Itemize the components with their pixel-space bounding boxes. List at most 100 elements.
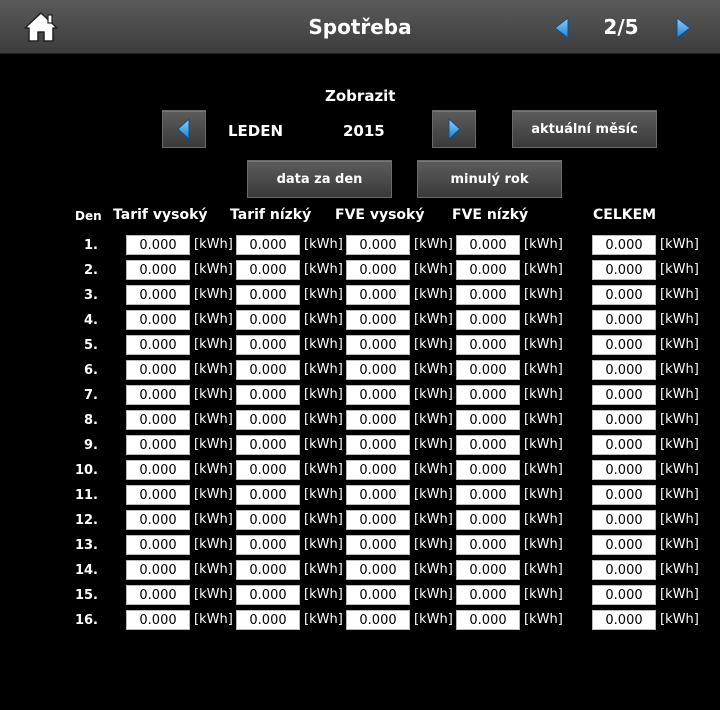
celkem-value-field[interactable]: 0.000 [592,360,656,380]
next-page-button[interactable] [674,16,692,40]
column-header-tarif-nizky: Tarif nízký [230,207,312,223]
fve-vysoky-value-field[interactable]: 0.000 [346,610,410,630]
celkem-value-field[interactable]: 0.000 [592,510,656,530]
fve-nizky-value-field[interactable]: 0.000 [456,510,520,530]
tarif-vysoky-value-field[interactable]: 0.000 [126,360,190,380]
celkem-value-field[interactable]: 0.000 [592,310,656,330]
unit-label: [kWh] [414,312,453,327]
tarif-nizky-value-field[interactable]: 0.000 [236,360,300,380]
tarif-vysoky-value-field[interactable]: 0.000 [126,585,190,605]
prev-page-button[interactable] [553,16,571,40]
fve-nizky-value-field[interactable]: 0.000 [456,235,520,255]
fve-vysoky-value-field[interactable]: 0.000 [346,385,410,405]
tarif-vysoky-value-field[interactable]: 0.000 [126,560,190,580]
unit-label: [kWh] [524,362,563,377]
tarif-nizky-value-field[interactable]: 0.000 [236,510,300,530]
tarif-vysoky-value-field[interactable]: 0.000 [126,535,190,555]
fve-vysoky-value-field[interactable]: 0.000 [346,285,410,305]
tarif-vysoky-value-field[interactable]: 0.000 [126,385,190,405]
next-month-button[interactable] [432,110,476,148]
tarif-vysoky-value-field[interactable]: 0.000 [126,485,190,505]
tarif-vysoky-value-field[interactable]: 0.000 [126,285,190,305]
fve-vysoky-value-field[interactable]: 0.000 [346,510,410,530]
fve-nizky-value-field[interactable]: 0.000 [456,335,520,355]
fve-nizky-value-field[interactable]: 0.000 [456,260,520,280]
tarif-nizky-value-field[interactable]: 0.000 [236,235,300,255]
celkem-value-field[interactable]: 0.000 [592,260,656,280]
celkem-value-field[interactable]: 0.000 [592,610,656,630]
tarif-vysoky-value-field[interactable]: 0.000 [126,335,190,355]
tarif-nizky-value-field[interactable]: 0.000 [236,485,300,505]
celkem-value-field[interactable]: 0.000 [592,485,656,505]
column-header-fve-nizky: FVE nízký [452,207,529,223]
celkem-value-field[interactable]: 0.000 [592,335,656,355]
celkem-value-field[interactable]: 0.000 [592,235,656,255]
celkem-value-field[interactable]: 0.000 [592,535,656,555]
fve-nizky-value-field[interactable]: 0.000 [456,535,520,555]
celkem-value-field[interactable]: 0.000 [592,560,656,580]
last-year-button[interactable]: minulý rok [417,160,562,198]
tarif-nizky-value-field[interactable]: 0.000 [236,460,300,480]
fve-nizky-value-field[interactable]: 0.000 [456,310,520,330]
home-button[interactable] [22,10,60,44]
tarif-vysoky-value-field[interactable]: 0.000 [126,235,190,255]
fve-nizky-value-field[interactable]: 0.000 [456,585,520,605]
fve-vysoky-value-field[interactable]: 0.000 [346,310,410,330]
fve-nizky-value-field[interactable]: 0.000 [456,435,520,455]
tarif-vysoky-value-field[interactable]: 0.000 [126,310,190,330]
tarif-nizky-value-field[interactable]: 0.000 [236,260,300,280]
fve-vysoky-value-field[interactable]: 0.000 [346,560,410,580]
tarif-vysoky-value-field[interactable]: 0.000 [126,410,190,430]
tarif-vysoky-value-field[interactable]: 0.000 [126,510,190,530]
unit-label: [kWh] [304,262,343,277]
celkem-value-field[interactable]: 0.000 [592,410,656,430]
unit-label: [kWh] [660,362,699,377]
day-data-button[interactable]: data za den [247,160,392,198]
fve-nizky-value-field[interactable]: 0.000 [456,360,520,380]
celkem-value-field[interactable]: 0.000 [592,285,656,305]
tarif-vysoky-value-field[interactable]: 0.000 [126,260,190,280]
fve-nizky-value-field[interactable]: 0.000 [456,485,520,505]
prev-month-button[interactable] [162,110,206,148]
fve-vysoky-value-field[interactable]: 0.000 [346,410,410,430]
tarif-nizky-value-field[interactable]: 0.000 [236,410,300,430]
fve-nizky-value-field[interactable]: 0.000 [456,460,520,480]
tarif-nizky-value-field[interactable]: 0.000 [236,335,300,355]
fve-vysoky-value-field[interactable]: 0.000 [346,485,410,505]
fve-vysoky-value-field[interactable]: 0.000 [346,435,410,455]
celkem-value-field[interactable]: 0.000 [592,385,656,405]
tarif-vysoky-value-field[interactable]: 0.000 [126,610,190,630]
unit-label: [kWh] [524,487,563,502]
fve-nizky-value-field[interactable]: 0.000 [456,610,520,630]
tarif-nizky-value-field[interactable]: 0.000 [236,610,300,630]
celkem-value-field[interactable]: 0.000 [592,435,656,455]
fve-vysoky-value-field[interactable]: 0.000 [346,535,410,555]
fve-nizky-value-field[interactable]: 0.000 [456,410,520,430]
tarif-nizky-value-field[interactable]: 0.000 [236,585,300,605]
tarif-nizky-value-field[interactable]: 0.000 [236,535,300,555]
celkem-value-field[interactable]: 0.000 [592,585,656,605]
fve-nizky-value-field[interactable]: 0.000 [456,560,520,580]
tarif-nizky-value-field[interactable]: 0.000 [236,310,300,330]
unit-label: [kWh] [414,287,453,302]
unit-label: [kWh] [524,287,563,302]
unit-label: [kWh] [524,412,563,427]
day-number: 14. [74,563,98,578]
current-month-button[interactable]: aktuální měsíc [512,110,657,148]
tarif-nizky-value-field[interactable]: 0.000 [236,385,300,405]
tarif-nizky-value-field[interactable]: 0.000 [236,285,300,305]
tarif-vysoky-value-field[interactable]: 0.000 [126,435,190,455]
tarif-vysoky-value-field[interactable]: 0.000 [126,460,190,480]
fve-nizky-value-field[interactable]: 0.000 [456,385,520,405]
fve-vysoky-value-field[interactable]: 0.000 [346,460,410,480]
fve-vysoky-value-field[interactable]: 0.000 [346,260,410,280]
unit-label: [kWh] [194,337,233,352]
celkem-value-field[interactable]: 0.000 [592,460,656,480]
fve-nizky-value-field[interactable]: 0.000 [456,285,520,305]
fve-vysoky-value-field[interactable]: 0.000 [346,360,410,380]
fve-vysoky-value-field[interactable]: 0.000 [346,335,410,355]
tarif-nizky-value-field[interactable]: 0.000 [236,560,300,580]
fve-vysoky-value-field[interactable]: 0.000 [346,585,410,605]
tarif-nizky-value-field[interactable]: 0.000 [236,435,300,455]
fve-vysoky-value-field[interactable]: 0.000 [346,235,410,255]
